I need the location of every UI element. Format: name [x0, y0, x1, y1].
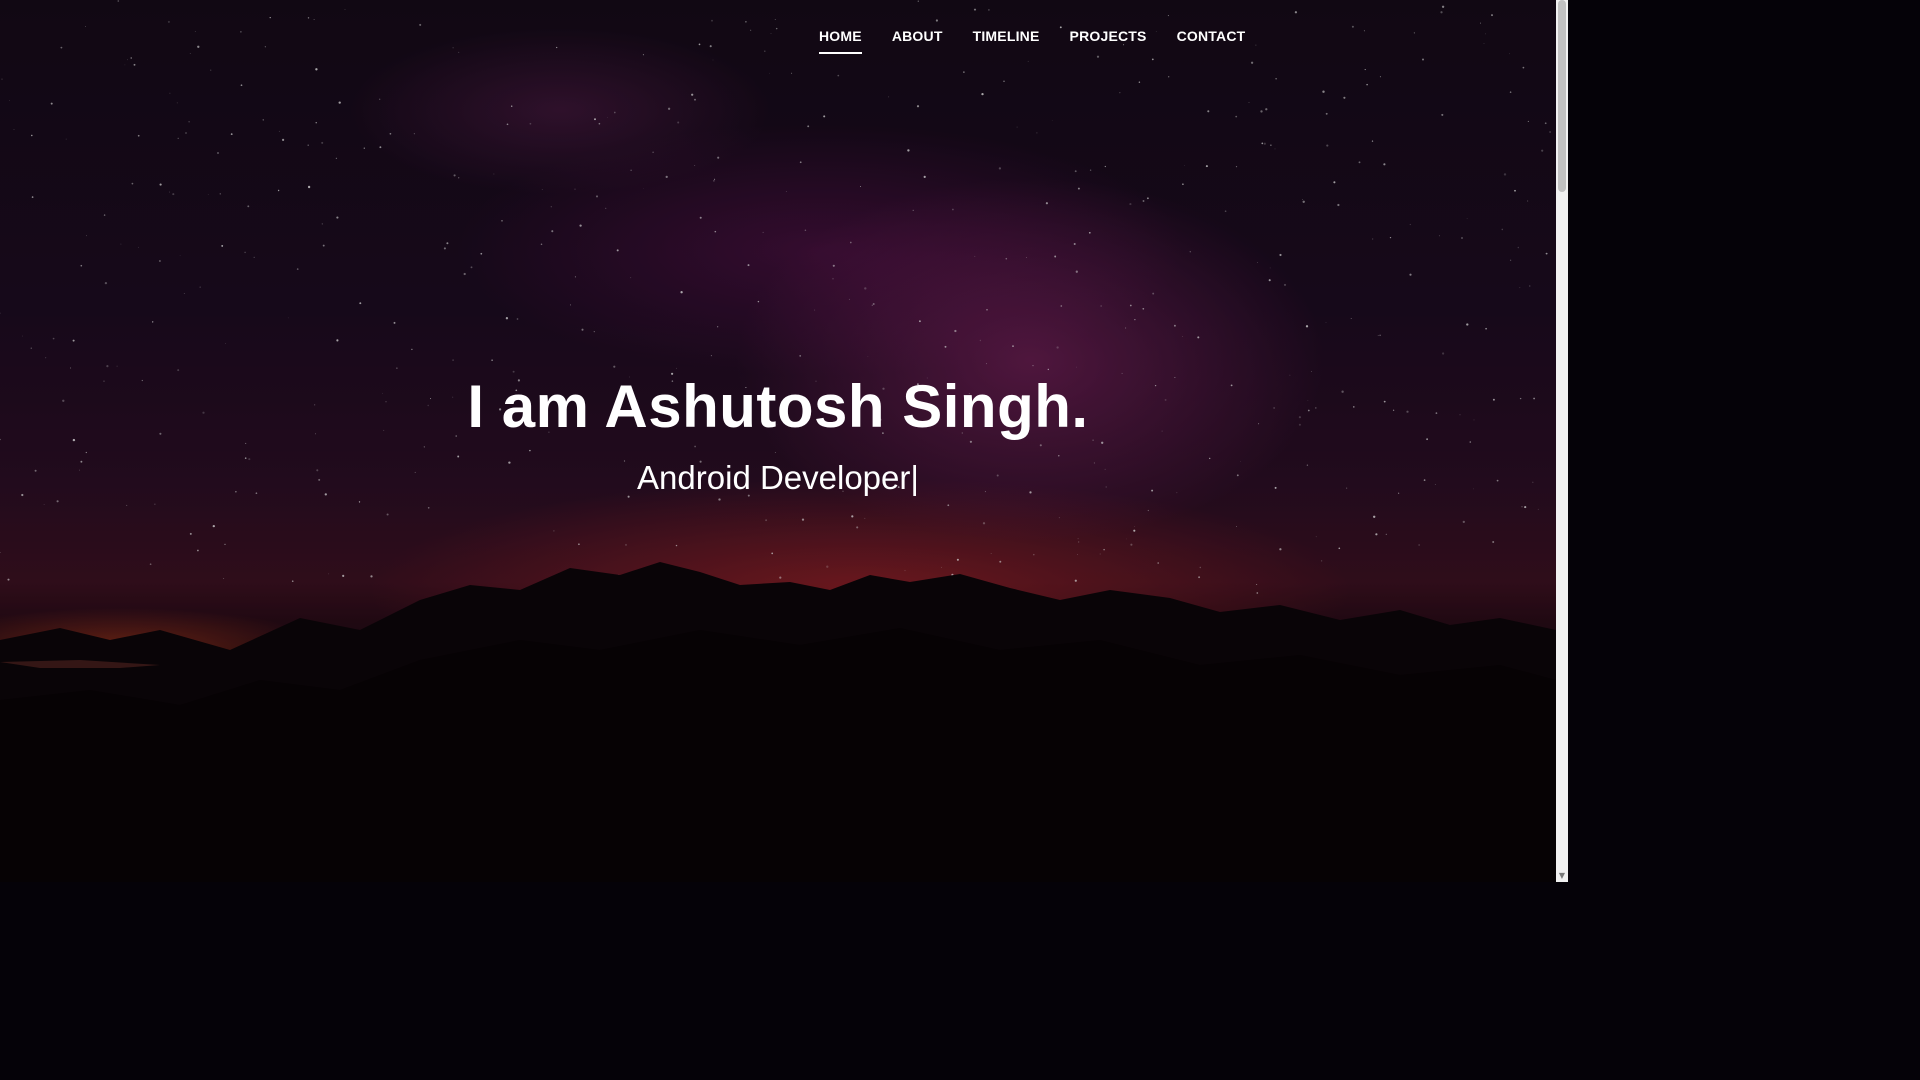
triangle-down-icon[interactable]: ▼ — [1558, 872, 1566, 880]
nav-item-home[interactable]: HOME — [819, 26, 862, 54]
nav-item-timeline[interactable]: TIMELINE — [973, 26, 1040, 54]
hero-title: I am Ashutosh Singh. — [467, 373, 1089, 440]
scrollbar-thumb[interactable] — [1558, 0, 1566, 192]
nav-item-projects[interactable]: PROJECTS — [1070, 26, 1147, 54]
hero-subtitle: Android Developer| — [637, 459, 919, 496]
page-scrollbar[interactable]: ▼ — [1556, 0, 1568, 882]
hero-background: HOME ABOUT TIMELINE PROJECTS CONTACT I a… — [0, 0, 1556, 882]
nav-item-about[interactable]: ABOUT — [892, 26, 943, 54]
top-navigation: HOME ABOUT TIMELINE PROJECTS CONTACT — [819, 26, 1245, 54]
hero-section: I am Ashutosh Singh. Android Developer| — [0, 370, 1556, 500]
nav-item-contact[interactable]: CONTACT — [1177, 26, 1246, 54]
